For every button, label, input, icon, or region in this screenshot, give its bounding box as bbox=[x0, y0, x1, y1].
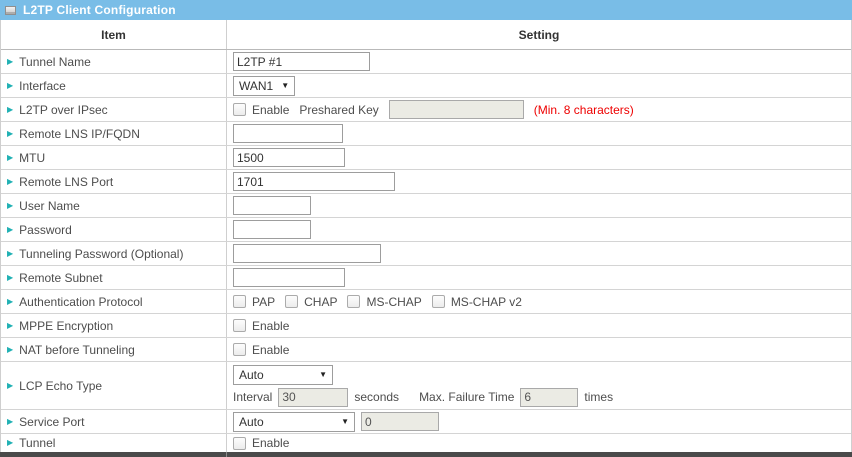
ms-chap-v2-checkbox[interactable] bbox=[432, 295, 445, 308]
tunneling-password-label: Tunneling Password (Optional) bbox=[19, 247, 183, 261]
bullet-arrow-icon: ▶ bbox=[7, 58, 13, 66]
table-header-row: Item Setting bbox=[1, 20, 851, 50]
next-section-edge bbox=[0, 452, 852, 457]
remote-subnet-input[interactable] bbox=[233, 268, 345, 287]
remote-lns-port-label: Remote LNS Port bbox=[19, 175, 113, 189]
max-failure-time-input[interactable] bbox=[520, 388, 578, 407]
tunneling-password-input[interactable] bbox=[233, 244, 381, 263]
mtu-label: MTU bbox=[19, 151, 45, 165]
authentication-protocol-label: Authentication Protocol bbox=[19, 295, 142, 309]
mtu-input[interactable] bbox=[233, 148, 345, 167]
row-lcp-echo-type: ▶ LCP Echo Type Auto ▼ Interval seconds … bbox=[1, 362, 851, 410]
remote-subnet-label: Remote Subnet bbox=[19, 271, 102, 285]
row-authentication-protocol: ▶ Authentication Protocol PAP CHAP MS-CH… bbox=[1, 290, 851, 314]
mppe-enable-checkbox[interactable] bbox=[233, 319, 246, 332]
bullet-arrow-icon: ▶ bbox=[7, 274, 13, 282]
l2tp-client-config-table: Item Setting ▶ Tunnel Name ▶ Interface W… bbox=[0, 20, 852, 452]
password-input[interactable] bbox=[233, 220, 311, 239]
password-label: Password bbox=[19, 223, 72, 237]
nat-before-tunneling-label: NAT before Tunneling bbox=[19, 343, 135, 357]
interface-select[interactable]: WAN1 ▼ bbox=[233, 76, 295, 96]
remote-lns-ip-label: Remote LNS IP/FQDN bbox=[19, 127, 140, 141]
user-name-input[interactable] bbox=[233, 196, 311, 215]
lcp-echo-type-select[interactable]: Auto ▼ bbox=[233, 365, 333, 385]
section-titlebar: L2TP Client Configuration bbox=[0, 0, 852, 20]
preshared-key-hint: (Min. 8 characters) bbox=[534, 103, 634, 117]
bullet-arrow-icon: ▶ bbox=[7, 130, 13, 138]
mppe-encryption-label: MPPE Encryption bbox=[19, 319, 113, 333]
row-user-name: ▶ User Name bbox=[1, 194, 851, 218]
bullet-arrow-icon: ▶ bbox=[7, 178, 13, 186]
chevron-down-icon: ▼ bbox=[341, 417, 349, 426]
tunnel-name-label: Tunnel Name bbox=[19, 55, 91, 69]
row-interface: ▶ Interface WAN1 ▼ bbox=[1, 74, 851, 98]
ms-chap-v2-label: MS-CHAP v2 bbox=[451, 295, 522, 309]
tunnel-enable-checkbox[interactable] bbox=[233, 437, 246, 450]
bullet-arrow-icon: ▶ bbox=[7, 439, 13, 447]
interface-label: Interface bbox=[19, 79, 66, 93]
bullet-arrow-icon: ▶ bbox=[7, 322, 13, 330]
remote-lns-ip-input[interactable] bbox=[233, 124, 343, 143]
row-remote-lns-port: ▶ Remote LNS Port bbox=[1, 170, 851, 194]
nat-enable-label: Enable bbox=[252, 343, 289, 357]
column-divider-tick bbox=[226, 452, 227, 457]
times-label: times bbox=[584, 390, 613, 404]
bullet-arrow-icon: ▶ bbox=[7, 346, 13, 354]
tunnel-name-input[interactable] bbox=[233, 52, 370, 71]
bullet-arrow-icon: ▶ bbox=[7, 382, 13, 390]
bullet-arrow-icon: ▶ bbox=[7, 298, 13, 306]
service-port-select[interactable]: Auto ▼ bbox=[233, 412, 355, 432]
bullet-arrow-icon: ▶ bbox=[7, 82, 13, 90]
row-service-port: ▶ Service Port Auto ▼ bbox=[1, 410, 851, 434]
ms-chap-checkbox[interactable] bbox=[347, 295, 360, 308]
row-remote-lns-ip: ▶ Remote LNS IP/FQDN bbox=[1, 122, 851, 146]
row-password: ▶ Password bbox=[1, 218, 851, 242]
tunnel-enable-label: Enable bbox=[252, 436, 289, 450]
section-title: L2TP Client Configuration bbox=[23, 3, 176, 17]
l2tp-over-ipsec-label: L2TP over IPsec bbox=[19, 103, 108, 117]
mppe-enable-label: Enable bbox=[252, 319, 289, 333]
ipsec-enable-checkbox[interactable] bbox=[233, 103, 246, 116]
preshared-key-label: Preshared Key bbox=[299, 103, 378, 117]
column-header-item: Item bbox=[1, 20, 227, 49]
bullet-arrow-icon: ▶ bbox=[7, 154, 13, 162]
row-tunnel-name: ▶ Tunnel Name bbox=[1, 50, 851, 74]
user-name-label: User Name bbox=[19, 199, 80, 213]
max-failure-time-label: Max. Failure Time bbox=[419, 390, 514, 404]
chap-label: CHAP bbox=[304, 295, 337, 309]
service-port-input[interactable] bbox=[361, 412, 439, 431]
pap-checkbox[interactable] bbox=[233, 295, 246, 308]
chevron-down-icon: ▼ bbox=[281, 81, 289, 90]
interval-label: Interval bbox=[233, 390, 272, 404]
chap-checkbox[interactable] bbox=[285, 295, 298, 308]
collapse-icon[interactable] bbox=[5, 6, 16, 15]
preshared-key-input[interactable] bbox=[389, 100, 524, 119]
bullet-arrow-icon: ▶ bbox=[7, 106, 13, 114]
interval-input[interactable] bbox=[278, 388, 348, 407]
tunnel-label: Tunnel bbox=[19, 436, 55, 450]
bullet-arrow-icon: ▶ bbox=[7, 250, 13, 258]
bullet-arrow-icon: ▶ bbox=[7, 418, 13, 426]
column-header-setting: Setting bbox=[227, 20, 851, 49]
row-remote-subnet: ▶ Remote Subnet bbox=[1, 266, 851, 290]
remote-lns-port-input[interactable] bbox=[233, 172, 395, 191]
bullet-arrow-icon: ▶ bbox=[7, 226, 13, 234]
lcp-echo-type-label: LCP Echo Type bbox=[19, 379, 102, 393]
bullet-arrow-icon: ▶ bbox=[7, 202, 13, 210]
ipsec-enable-label: Enable bbox=[252, 103, 289, 117]
row-tunnel: ▶ Tunnel Enable bbox=[1, 434, 851, 452]
row-mppe-encryption: ▶ MPPE Encryption Enable bbox=[1, 314, 851, 338]
nat-enable-checkbox[interactable] bbox=[233, 343, 246, 356]
row-mtu: ▶ MTU bbox=[1, 146, 851, 170]
seconds-label: seconds bbox=[354, 390, 399, 404]
pap-label: PAP bbox=[252, 295, 275, 309]
row-l2tp-over-ipsec: ▶ L2TP over IPsec Enable Preshared Key (… bbox=[1, 98, 851, 122]
row-nat-before-tunneling: ▶ NAT before Tunneling Enable bbox=[1, 338, 851, 362]
service-port-label: Service Port bbox=[19, 415, 84, 429]
chevron-down-icon: ▼ bbox=[319, 370, 327, 379]
ms-chap-label: MS-CHAP bbox=[366, 295, 421, 309]
row-tunneling-password: ▶ Tunneling Password (Optional) bbox=[1, 242, 851, 266]
